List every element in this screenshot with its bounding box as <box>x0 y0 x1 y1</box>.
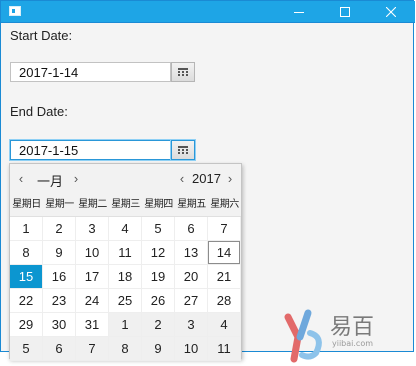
day-cell[interactable]: 11 <box>208 337 241 361</box>
day-cell[interactable]: 10 <box>175 337 208 361</box>
end-date-field[interactable]: 2017-1-15 <box>10 140 171 160</box>
day-cell[interactable]: 16 <box>43 265 76 289</box>
weekday-label: 星期一 <box>45 199 74 210</box>
month-label: 一月 <box>37 174 64 189</box>
start-date-label: Start Date: <box>10 28 73 43</box>
minimize-button[interactable] <box>276 1 322 22</box>
day-cell-today[interactable]: 14 <box>208 241 241 265</box>
calendar-icon <box>178 145 188 154</box>
day-cell[interactable]: 21 <box>208 265 241 289</box>
next-month-button[interactable]: › <box>69 171 83 186</box>
start-calendar-button[interactable] <box>171 62 195 82</box>
end-date-label: End Date: <box>10 104 68 119</box>
yiibai-logo-icon <box>284 309 322 363</box>
day-cell[interactable]: 7 <box>208 217 241 241</box>
day-cell[interactable]: 24 <box>76 289 109 313</box>
day-cell[interactable]: 10 <box>76 241 109 265</box>
day-cell[interactable]: 8 <box>109 337 142 361</box>
weekday-header-row: 星期日 星期一 星期二 星期三 星期四 星期五 星期六 <box>10 194 241 217</box>
close-button[interactable] <box>368 1 414 22</box>
day-cell[interactable]: 6 <box>43 337 76 361</box>
day-cell[interactable]: 6 <box>175 217 208 241</box>
day-cell[interactable]: 20 <box>175 265 208 289</box>
maximize-icon <box>340 6 350 17</box>
day-cell[interactable]: 1 <box>109 313 142 337</box>
watermark: 易百 yiibai.com <box>280 305 414 365</box>
watermark-name: 易百 <box>330 315 375 340</box>
weekday-label: 星期五 <box>177 199 206 210</box>
day-cell[interactable]: 9 <box>43 241 76 265</box>
day-cell[interactable]: 4 <box>109 217 142 241</box>
day-cell[interactable]: 4 <box>208 313 241 337</box>
minimize-icon <box>294 11 304 13</box>
day-cell[interactable]: 26 <box>142 289 175 313</box>
day-cell[interactable]: 17 <box>76 265 109 289</box>
start-date-field[interactable]: 2017-1-14 <box>10 62 171 82</box>
close-icon <box>386 6 396 17</box>
day-cell[interactable]: 13 <box>175 241 208 265</box>
weekday-label: 星期四 <box>144 199 173 210</box>
day-cell[interactable]: 12 <box>142 241 175 265</box>
day-cell-selected[interactable]: 15 <box>10 265 43 289</box>
maximize-button[interactable] <box>322 1 368 22</box>
day-cell[interactable]: 9 <box>142 337 175 361</box>
weekday-label: 星期六 <box>210 199 239 210</box>
weekday-label: 星期三 <box>111 199 140 210</box>
end-calendar-button[interactable] <box>171 140 195 160</box>
day-cell[interactable]: 1 <box>10 217 43 241</box>
day-cell[interactable]: 11 <box>109 241 142 265</box>
day-cell[interactable]: 23 <box>43 289 76 313</box>
day-cell[interactable]: 3 <box>175 313 208 337</box>
weekday-label: 星期二 <box>78 199 107 210</box>
prev-month-button[interactable]: ‹ <box>14 171 28 186</box>
prev-year-button[interactable]: ‹ <box>175 171 189 186</box>
app-window-icon <box>9 6 21 16</box>
day-cell[interactable]: 31 <box>76 313 109 337</box>
watermark-domain: yiibai.com <box>332 339 374 348</box>
title-bar[interactable] <box>1 1 415 23</box>
day-cell[interactable]: 5 <box>10 337 43 361</box>
next-year-button[interactable]: › <box>223 171 237 186</box>
day-cell[interactable]: 25 <box>109 289 142 313</box>
day-cell[interactable]: 7 <box>76 337 109 361</box>
day-cell[interactable]: 18 <box>109 265 142 289</box>
day-cell[interactable]: 3 <box>76 217 109 241</box>
year-label: 2017 <box>192 171 221 186</box>
day-cell[interactable]: 5 <box>142 217 175 241</box>
day-cell[interactable]: 27 <box>175 289 208 313</box>
day-grid: 1 2 3 4 5 6 7 8 9 10 11 12 13 14 15 16 17 18 19 20 21 22 23 24 2… <box>10 217 241 361</box>
day-cell[interactable]: 22 <box>10 289 43 313</box>
day-cell[interactable]: 2 <box>142 313 175 337</box>
day-cell[interactable]: 28 <box>208 289 241 313</box>
calendar-header: ‹ 一月 › ‹ 2017 › <box>10 164 241 195</box>
day-cell[interactable]: 2 <box>43 217 76 241</box>
weekday-label: 星期日 <box>12 199 41 210</box>
date-picker-popup: ‹ 一月 › ‹ 2017 › 星期日 星期一 星期二 星期三 星期四 星期五 星期六 12… <box>9 163 242 361</box>
day-cell[interactable]: 19 <box>142 265 175 289</box>
calendar-icon <box>178 67 188 76</box>
day-cell[interactable]: 8 <box>10 241 43 265</box>
day-cell[interactable]: 29 <box>10 313 43 337</box>
day-cell[interactable]: 30 <box>43 313 76 337</box>
